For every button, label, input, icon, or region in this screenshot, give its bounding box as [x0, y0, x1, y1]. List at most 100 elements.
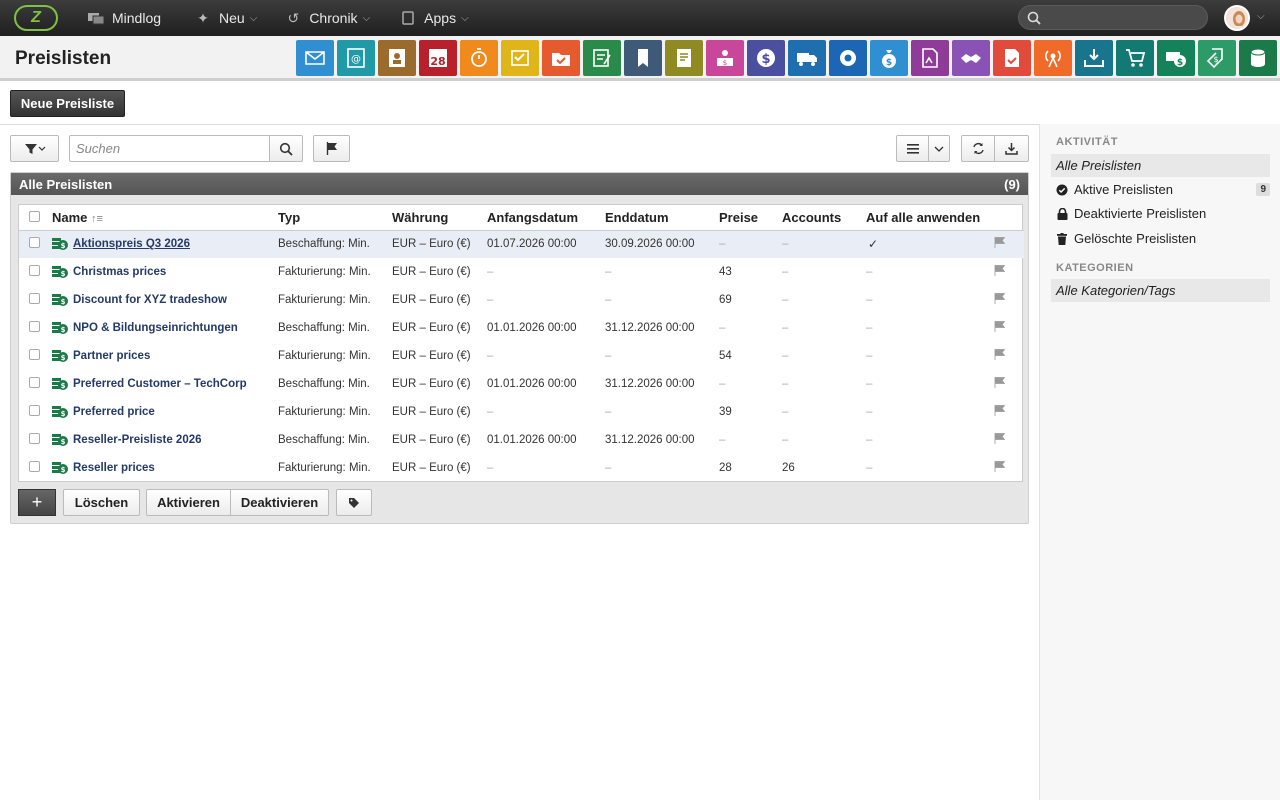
pricetag-icon[interactable]: $ — [1198, 40, 1236, 76]
pricelist-name-link[interactable]: Partner prices — [73, 350, 150, 362]
pricelist-name-link[interactable]: Reseller prices — [73, 462, 155, 474]
nav-neu[interactable]: ✦ Neu ⌵ — [195, 10, 257, 27]
row-flag[interactable] — [994, 230, 1024, 258]
row-flag[interactable] — [994, 286, 1024, 314]
add-button[interactable]: + — [18, 489, 56, 516]
truck-icon[interactable] — [788, 40, 826, 76]
sidebar-item-all-categories[interactable]: Alle Kategorien/Tags — [1051, 279, 1270, 302]
column-header-name[interactable]: Name ↑≡ — [45, 205, 278, 231]
export-button[interactable] — [994, 135, 1029, 162]
pricelist-name-link[interactable]: Christmas prices — [73, 266, 166, 278]
table-row[interactable]: $ Preferred Customer – TechCorp Beschaffun… — [19, 370, 1024, 398]
app-logo[interactable]: Z — [14, 5, 58, 31]
pricelist-name-cell[interactable]: $ NPO & Bildungseinrichtungen — [45, 314, 278, 342]
row-flag[interactable] — [994, 398, 1024, 426]
row-checkbox[interactable] — [19, 370, 45, 398]
view-list-button[interactable] — [896, 135, 929, 162]
column-header-typ[interactable]: Typ — [278, 205, 392, 231]
table-row[interactable]: $ Partner prices Fakturierung: Min. EUR – E… — [19, 342, 1024, 370]
column-header-enddatum[interactable]: Enddatum — [605, 205, 719, 231]
table-row[interactable]: $ Discount for XYZ tradeshow Fakturierung:… — [19, 286, 1024, 314]
user-avatar[interactable] — [1224, 5, 1250, 31]
pricelist-name-link[interactable]: Discount for XYZ tradeshow — [73, 294, 227, 306]
view-options-dropdown[interactable] — [928, 135, 950, 162]
row-checkbox[interactable] — [19, 398, 45, 426]
pricelist-name-cell[interactable]: $ Discount for XYZ tradeshow — [45, 286, 278, 314]
dollar-icon[interactable]: $ — [747, 40, 785, 76]
row-checkbox[interactable] — [19, 342, 45, 370]
activate-button[interactable]: Aktivieren — [146, 489, 231, 516]
pricelist-name-link[interactable]: Reseller-Preisliste 2026 — [73, 434, 202, 446]
database-icon[interactable] — [1239, 40, 1277, 76]
search-input[interactable]: Suchen — [69, 135, 270, 162]
pricelist-name-cell[interactable]: $ Partner prices — [45, 342, 278, 370]
notes-icon[interactable] — [583, 40, 621, 76]
reception-icon[interactable]: $ — [706, 40, 744, 76]
nav-chronik[interactable]: ↺ Chronik ⌵ — [285, 10, 370, 27]
column-header-waehrung[interactable]: Währung — [392, 205, 487, 231]
addressbook-icon[interactable] — [378, 40, 416, 76]
tag-button[interactable] — [336, 489, 372, 516]
delete-button[interactable]: Löschen — [63, 489, 140, 516]
nav-apps[interactable]: Apps ⌵ — [400, 10, 469, 26]
pricelist-name-link[interactable]: Preferred Customer – TechCorp — [73, 378, 247, 390]
column-header-preise[interactable]: Preise — [719, 205, 782, 231]
sidebar-item-all-pricelists[interactable]: Alle Preislisten — [1051, 154, 1270, 177]
pricelist-name-cell[interactable]: $ Reseller-Preisliste 2026 — [45, 426, 278, 454]
global-search-input[interactable] — [1018, 5, 1208, 30]
handshake-icon[interactable] — [952, 40, 990, 76]
support-icon[interactable] — [829, 40, 867, 76]
row-checkbox[interactable] — [19, 230, 45, 258]
chevron-down-icon[interactable]: ⌵ — [1257, 11, 1265, 22]
column-header-anfangsdatum[interactable]: Anfangsdatum — [487, 205, 605, 231]
row-flag[interactable] — [994, 258, 1024, 286]
row-flag[interactable] — [994, 342, 1024, 370]
pricelist-name-link[interactable]: NPO & Bildungseinrichtungen — [73, 322, 238, 334]
folder-check-icon[interactable] — [542, 40, 580, 76]
deactivate-button[interactable]: Deaktivieren — [230, 489, 329, 516]
table-row[interactable]: $ Preferred price Fakturierung: Min. EUR – … — [19, 398, 1024, 426]
download-tray-icon[interactable] — [1075, 40, 1113, 76]
table-row[interactable]: $ NPO & Bildungseinrichtungen Beschaffung:… — [19, 314, 1024, 342]
row-flag[interactable] — [994, 370, 1024, 398]
cart-icon[interactable] — [1116, 40, 1154, 76]
moneybag-icon[interactable]: $ — [870, 40, 908, 76]
document-icon[interactable] — [665, 40, 703, 76]
flag-filter-button[interactable] — [313, 135, 350, 162]
new-pricelist-button[interactable]: Neue Preisliste — [10, 90, 125, 117]
timer-icon[interactable] — [460, 40, 498, 76]
sidebar-item-deleted-pricelists[interactable]: Gelöschte Preislisten — [1051, 227, 1270, 250]
tasks-icon[interactable] — [501, 40, 539, 76]
pricelist-name-link[interactable]: Aktionspreis Q3 2026 — [73, 238, 190, 250]
filter-dropdown-button[interactable] — [10, 135, 59, 162]
column-header-auf-alle-anwenden[interactable]: Auf alle anwenden — [866, 205, 994, 231]
calendar-icon[interactable]: 28 — [419, 40, 457, 76]
table-row[interactable]: $ Aktionspreis Q3 2026 Beschaffung: Min. EU… — [19, 230, 1024, 258]
broadcast-icon[interactable] — [1034, 40, 1072, 76]
row-checkbox[interactable] — [19, 454, 45, 482]
table-row[interactable]: $ Reseller-Preisliste 2026 Beschaffung: Mi… — [19, 426, 1024, 454]
table-row[interactable]: $ Christmas prices Fakturierung: Min. EUR –… — [19, 258, 1024, 286]
row-flag[interactable] — [994, 426, 1024, 454]
pdf-check-icon[interactable] — [993, 40, 1031, 76]
sidebar-item-active-pricelists[interactable]: Aktive Preislisten 9 — [1051, 178, 1270, 201]
search-button[interactable] — [269, 135, 303, 162]
nav-mindlog[interactable]: Mindlog — [88, 10, 161, 26]
row-checkbox[interactable] — [19, 258, 45, 286]
email-icon[interactable] — [296, 40, 334, 76]
pricelist-name-cell[interactable]: $ Reseller prices — [45, 454, 278, 482]
row-flag[interactable] — [994, 454, 1024, 482]
contacts-icon[interactable]: @ — [337, 40, 375, 76]
sidebar-item-deactivated-pricelists[interactable]: Deaktivierte Preislisten — [1051, 202, 1270, 225]
row-checkbox[interactable] — [19, 314, 45, 342]
pricelist-name-cell[interactable]: $ Aktionspreis Q3 2026 — [45, 230, 278, 258]
cash-icon[interactable]: $ — [1157, 40, 1195, 76]
table-row[interactable]: $ Reseller prices Fakturierung: Min. EUR – … — [19, 454, 1024, 482]
row-checkbox[interactable] — [19, 426, 45, 454]
contract-icon[interactable] — [911, 40, 949, 76]
pricelist-name-cell[interactable]: $ Preferred price — [45, 398, 278, 426]
column-header-accounts[interactable]: Accounts — [782, 205, 866, 231]
row-checkbox[interactable] — [19, 286, 45, 314]
select-all-checkbox[interactable] — [19, 205, 45, 231]
row-flag[interactable] — [994, 314, 1024, 342]
